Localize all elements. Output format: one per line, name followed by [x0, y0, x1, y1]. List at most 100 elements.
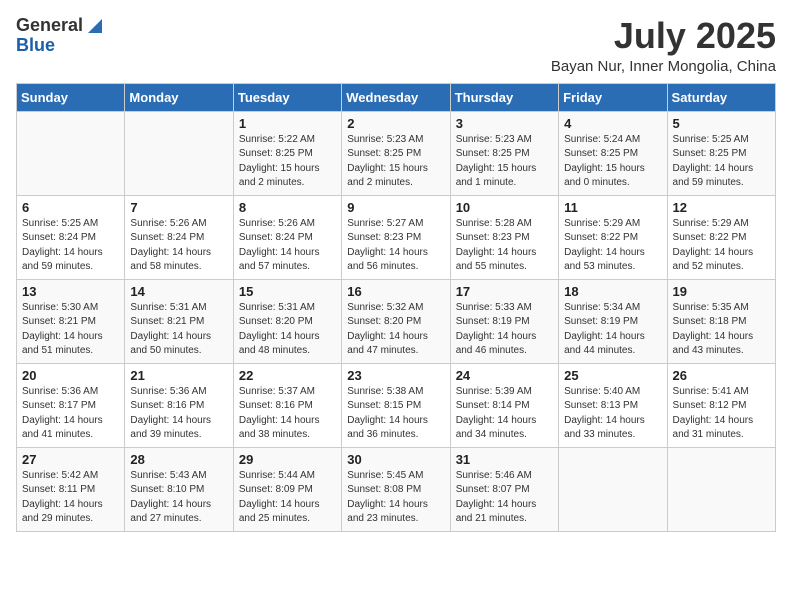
- day-number: 30: [347, 452, 444, 467]
- day-number: 1: [239, 116, 336, 131]
- day-of-week-header: Saturday: [667, 83, 775, 111]
- calendar-day-cell: 14Sunrise: 5:31 AM Sunset: 8:21 PM Dayli…: [125, 279, 233, 363]
- calendar-table: SundayMondayTuesdayWednesdayThursdayFrid…: [16, 83, 776, 532]
- day-number: 5: [673, 116, 770, 131]
- calendar-day-cell: 11Sunrise: 5:29 AM Sunset: 8:22 PM Dayli…: [559, 195, 667, 279]
- day-info: Sunrise: 5:34 AM Sunset: 8:19 PM Dayligh…: [564, 301, 661, 359]
- day-number: 13: [22, 284, 119, 299]
- day-info: Sunrise: 5:38 AM Sunset: 8:15 PM Dayligh…: [347, 385, 444, 443]
- day-info: Sunrise: 5:35 AM Sunset: 8:18 PM Dayligh…: [673, 301, 770, 359]
- day-number: 12: [673, 200, 770, 215]
- calendar-day-cell: 9Sunrise: 5:27 AM Sunset: 8:23 PM Daylig…: [342, 195, 450, 279]
- day-info: Sunrise: 5:31 AM Sunset: 8:21 PM Dayligh…: [130, 301, 227, 359]
- day-of-week-header: Wednesday: [342, 83, 450, 111]
- logo-blue-text: Blue: [16, 36, 55, 56]
- day-of-week-header: Friday: [559, 83, 667, 111]
- logo-icon: [84, 17, 102, 35]
- day-info: Sunrise: 5:22 AM Sunset: 8:25 PM Dayligh…: [239, 133, 336, 191]
- month-title: July 2025: [551, 16, 776, 56]
- day-number: 23: [347, 368, 444, 383]
- day-info: Sunrise: 5:45 AM Sunset: 8:08 PM Dayligh…: [347, 469, 444, 527]
- day-number: 7: [130, 200, 227, 215]
- calendar-day-cell: 22 Sunrise: 5:37 AM Sunset: 8:16 PM Dayli…: [233, 363, 341, 447]
- calendar-day-cell: 8 Sunrise: 5:26 AM Sunset: 8:24 PM Daylig…: [233, 195, 341, 279]
- calendar-day-cell: 16Sunrise: 5:32 AM Sunset: 8:20 PM Dayli…: [342, 279, 450, 363]
- day-info: Sunrise: 5:25 AM Sunset: 8:24 PM Dayligh…: [22, 217, 119, 275]
- calendar-day-cell: 15Sunrise: 5:31 AM Sunset: 8:20 PM Dayli…: [233, 279, 341, 363]
- day-info: Sunrise: 5:36 AM Sunset: 8:17 PM Dayligh…: [22, 385, 119, 443]
- day-info: Sunrise: 5:25 AM Sunset: 8:25 PM Dayligh…: [673, 133, 770, 191]
- calendar-day-cell: 24 Sunrise: 5:39 AM Sunset: 8:14 PM Dayli…: [450, 363, 558, 447]
- day-number: 21: [130, 368, 227, 383]
- day-number: 18: [564, 284, 661, 299]
- day-number: 28: [130, 452, 227, 467]
- calendar-day-cell: 3 Sunrise: 5:23 AM Sunset: 8:25 PM Daylig…: [450, 111, 558, 195]
- day-number: 8: [239, 200, 336, 215]
- day-info: Sunrise: 5:33 AM Sunset: 8:19 PM Dayligh…: [456, 301, 553, 359]
- calendar-day-cell: [17, 111, 125, 195]
- day-info: Sunrise: 5:36 AM Sunset: 8:16 PM Dayligh…: [130, 385, 227, 443]
- day-info: Sunrise: 5:29 AM Sunset: 8:22 PM Dayligh…: [564, 217, 661, 275]
- calendar-day-cell: 26Sunrise: 5:41 AM Sunset: 8:12 PM Dayli…: [667, 363, 775, 447]
- calendar-day-cell: 13Sunrise: 5:30 AM Sunset: 8:21 PM Dayli…: [17, 279, 125, 363]
- day-number: 6: [22, 200, 119, 215]
- logo: General Blue: [16, 16, 102, 56]
- calendar-week-row: 1 Sunrise: 5:22 AM Sunset: 8:25 PM Daylig…: [17, 111, 776, 195]
- title-block: July 2025 Bayan Nur, Inner Mongolia, Chi…: [551, 16, 776, 75]
- calendar-day-cell: 21 Sunrise: 5:36 AM Sunset: 8:16 PM Dayli…: [125, 363, 233, 447]
- calendar-day-cell: [667, 447, 775, 531]
- calendar-week-row: 27 Sunrise: 5:42 AM Sunset: 8:11 PM Dayli…: [17, 447, 776, 531]
- day-info: Sunrise: 5:44 AM Sunset: 8:09 PM Dayligh…: [239, 469, 336, 527]
- calendar-day-cell: 10Sunrise: 5:28 AM Sunset: 8:23 PM Dayli…: [450, 195, 558, 279]
- calendar-day-cell: 19 Sunrise: 5:35 AM Sunset: 8:18 PM Dayli…: [667, 279, 775, 363]
- page-header: General Blue July 2025 Bayan Nur, Inner …: [16, 16, 776, 75]
- calendar-header-row: SundayMondayTuesdayWednesdayThursdayFrid…: [17, 83, 776, 111]
- calendar-week-row: 6 Sunrise: 5:25 AM Sunset: 8:24 PM Daylig…: [17, 195, 776, 279]
- day-number: 22: [239, 368, 336, 383]
- calendar-day-cell: 6 Sunrise: 5:25 AM Sunset: 8:24 PM Daylig…: [17, 195, 125, 279]
- day-number: 2: [347, 116, 444, 131]
- day-info: Sunrise: 5:42 AM Sunset: 8:11 PM Dayligh…: [22, 469, 119, 527]
- day-info: Sunrise: 5:40 AM Sunset: 8:13 PM Dayligh…: [564, 385, 661, 443]
- day-info: Sunrise: 5:39 AM Sunset: 8:14 PM Dayligh…: [456, 385, 553, 443]
- calendar-day-cell: 1 Sunrise: 5:22 AM Sunset: 8:25 PM Daylig…: [233, 111, 341, 195]
- calendar-day-cell: 17Sunrise: 5:33 AM Sunset: 8:19 PM Dayli…: [450, 279, 558, 363]
- calendar-day-cell: 4 Sunrise: 5:24 AM Sunset: 8:25 PM Daylig…: [559, 111, 667, 195]
- location-title: Bayan Nur, Inner Mongolia, China: [551, 58, 776, 75]
- day-number: 20: [22, 368, 119, 383]
- day-info: Sunrise: 5:26 AM Sunset: 8:24 PM Dayligh…: [239, 217, 336, 275]
- calendar-day-cell: 27 Sunrise: 5:42 AM Sunset: 8:11 PM Dayli…: [17, 447, 125, 531]
- day-of-week-header: Tuesday: [233, 83, 341, 111]
- day-number: 26: [673, 368, 770, 383]
- day-info: Sunrise: 5:28 AM Sunset: 8:23 PM Dayligh…: [456, 217, 553, 275]
- calendar-day-cell: 23 Sunrise: 5:38 AM Sunset: 8:15 PM Dayli…: [342, 363, 450, 447]
- day-number: 27: [22, 452, 119, 467]
- day-number: 24: [456, 368, 553, 383]
- calendar-day-cell: 28 Sunrise: 5:43 AM Sunset: 8:10 PM Dayli…: [125, 447, 233, 531]
- day-number: 4: [564, 116, 661, 131]
- day-number: 29: [239, 452, 336, 467]
- day-info: Sunrise: 5:23 AM Sunset: 8:25 PM Dayligh…: [456, 133, 553, 191]
- day-info: Sunrise: 5:24 AM Sunset: 8:25 PM Dayligh…: [564, 133, 661, 191]
- day-number: 3: [456, 116, 553, 131]
- calendar-day-cell: 31Sunrise: 5:46 AM Sunset: 8:07 PM Dayli…: [450, 447, 558, 531]
- day-info: Sunrise: 5:46 AM Sunset: 8:07 PM Dayligh…: [456, 469, 553, 527]
- calendar-day-cell: 12Sunrise: 5:29 AM Sunset: 8:22 PM Dayli…: [667, 195, 775, 279]
- day-number: 19: [673, 284, 770, 299]
- day-info: Sunrise: 5:31 AM Sunset: 8:20 PM Dayligh…: [239, 301, 336, 359]
- calendar-day-cell: 7 Sunrise: 5:26 AM Sunset: 8:24 PM Daylig…: [125, 195, 233, 279]
- day-info: Sunrise: 5:26 AM Sunset: 8:24 PM Dayligh…: [130, 217, 227, 275]
- calendar-day-cell: [559, 447, 667, 531]
- calendar-day-cell: 25Sunrise: 5:40 AM Sunset: 8:13 PM Dayli…: [559, 363, 667, 447]
- day-of-week-header: Sunday: [17, 83, 125, 111]
- day-info: Sunrise: 5:43 AM Sunset: 8:10 PM Dayligh…: [130, 469, 227, 527]
- calendar-day-cell: 29 Sunrise: 5:44 AM Sunset: 8:09 PM Dayli…: [233, 447, 341, 531]
- day-number: 9: [347, 200, 444, 215]
- day-of-week-header: Monday: [125, 83, 233, 111]
- calendar-day-cell: 20 Sunrise: 5:36 AM Sunset: 8:17 PM Dayli…: [17, 363, 125, 447]
- calendar-day-cell: 2Sunrise: 5:23 AM Sunset: 8:25 PM Daylig…: [342, 111, 450, 195]
- day-info: Sunrise: 5:37 AM Sunset: 8:16 PM Dayligh…: [239, 385, 336, 443]
- calendar-day-cell: [125, 111, 233, 195]
- calendar-day-cell: 5 Sunrise: 5:25 AM Sunset: 8:25 PM Daylig…: [667, 111, 775, 195]
- calendar-week-row: 20 Sunrise: 5:36 AM Sunset: 8:17 PM Dayli…: [17, 363, 776, 447]
